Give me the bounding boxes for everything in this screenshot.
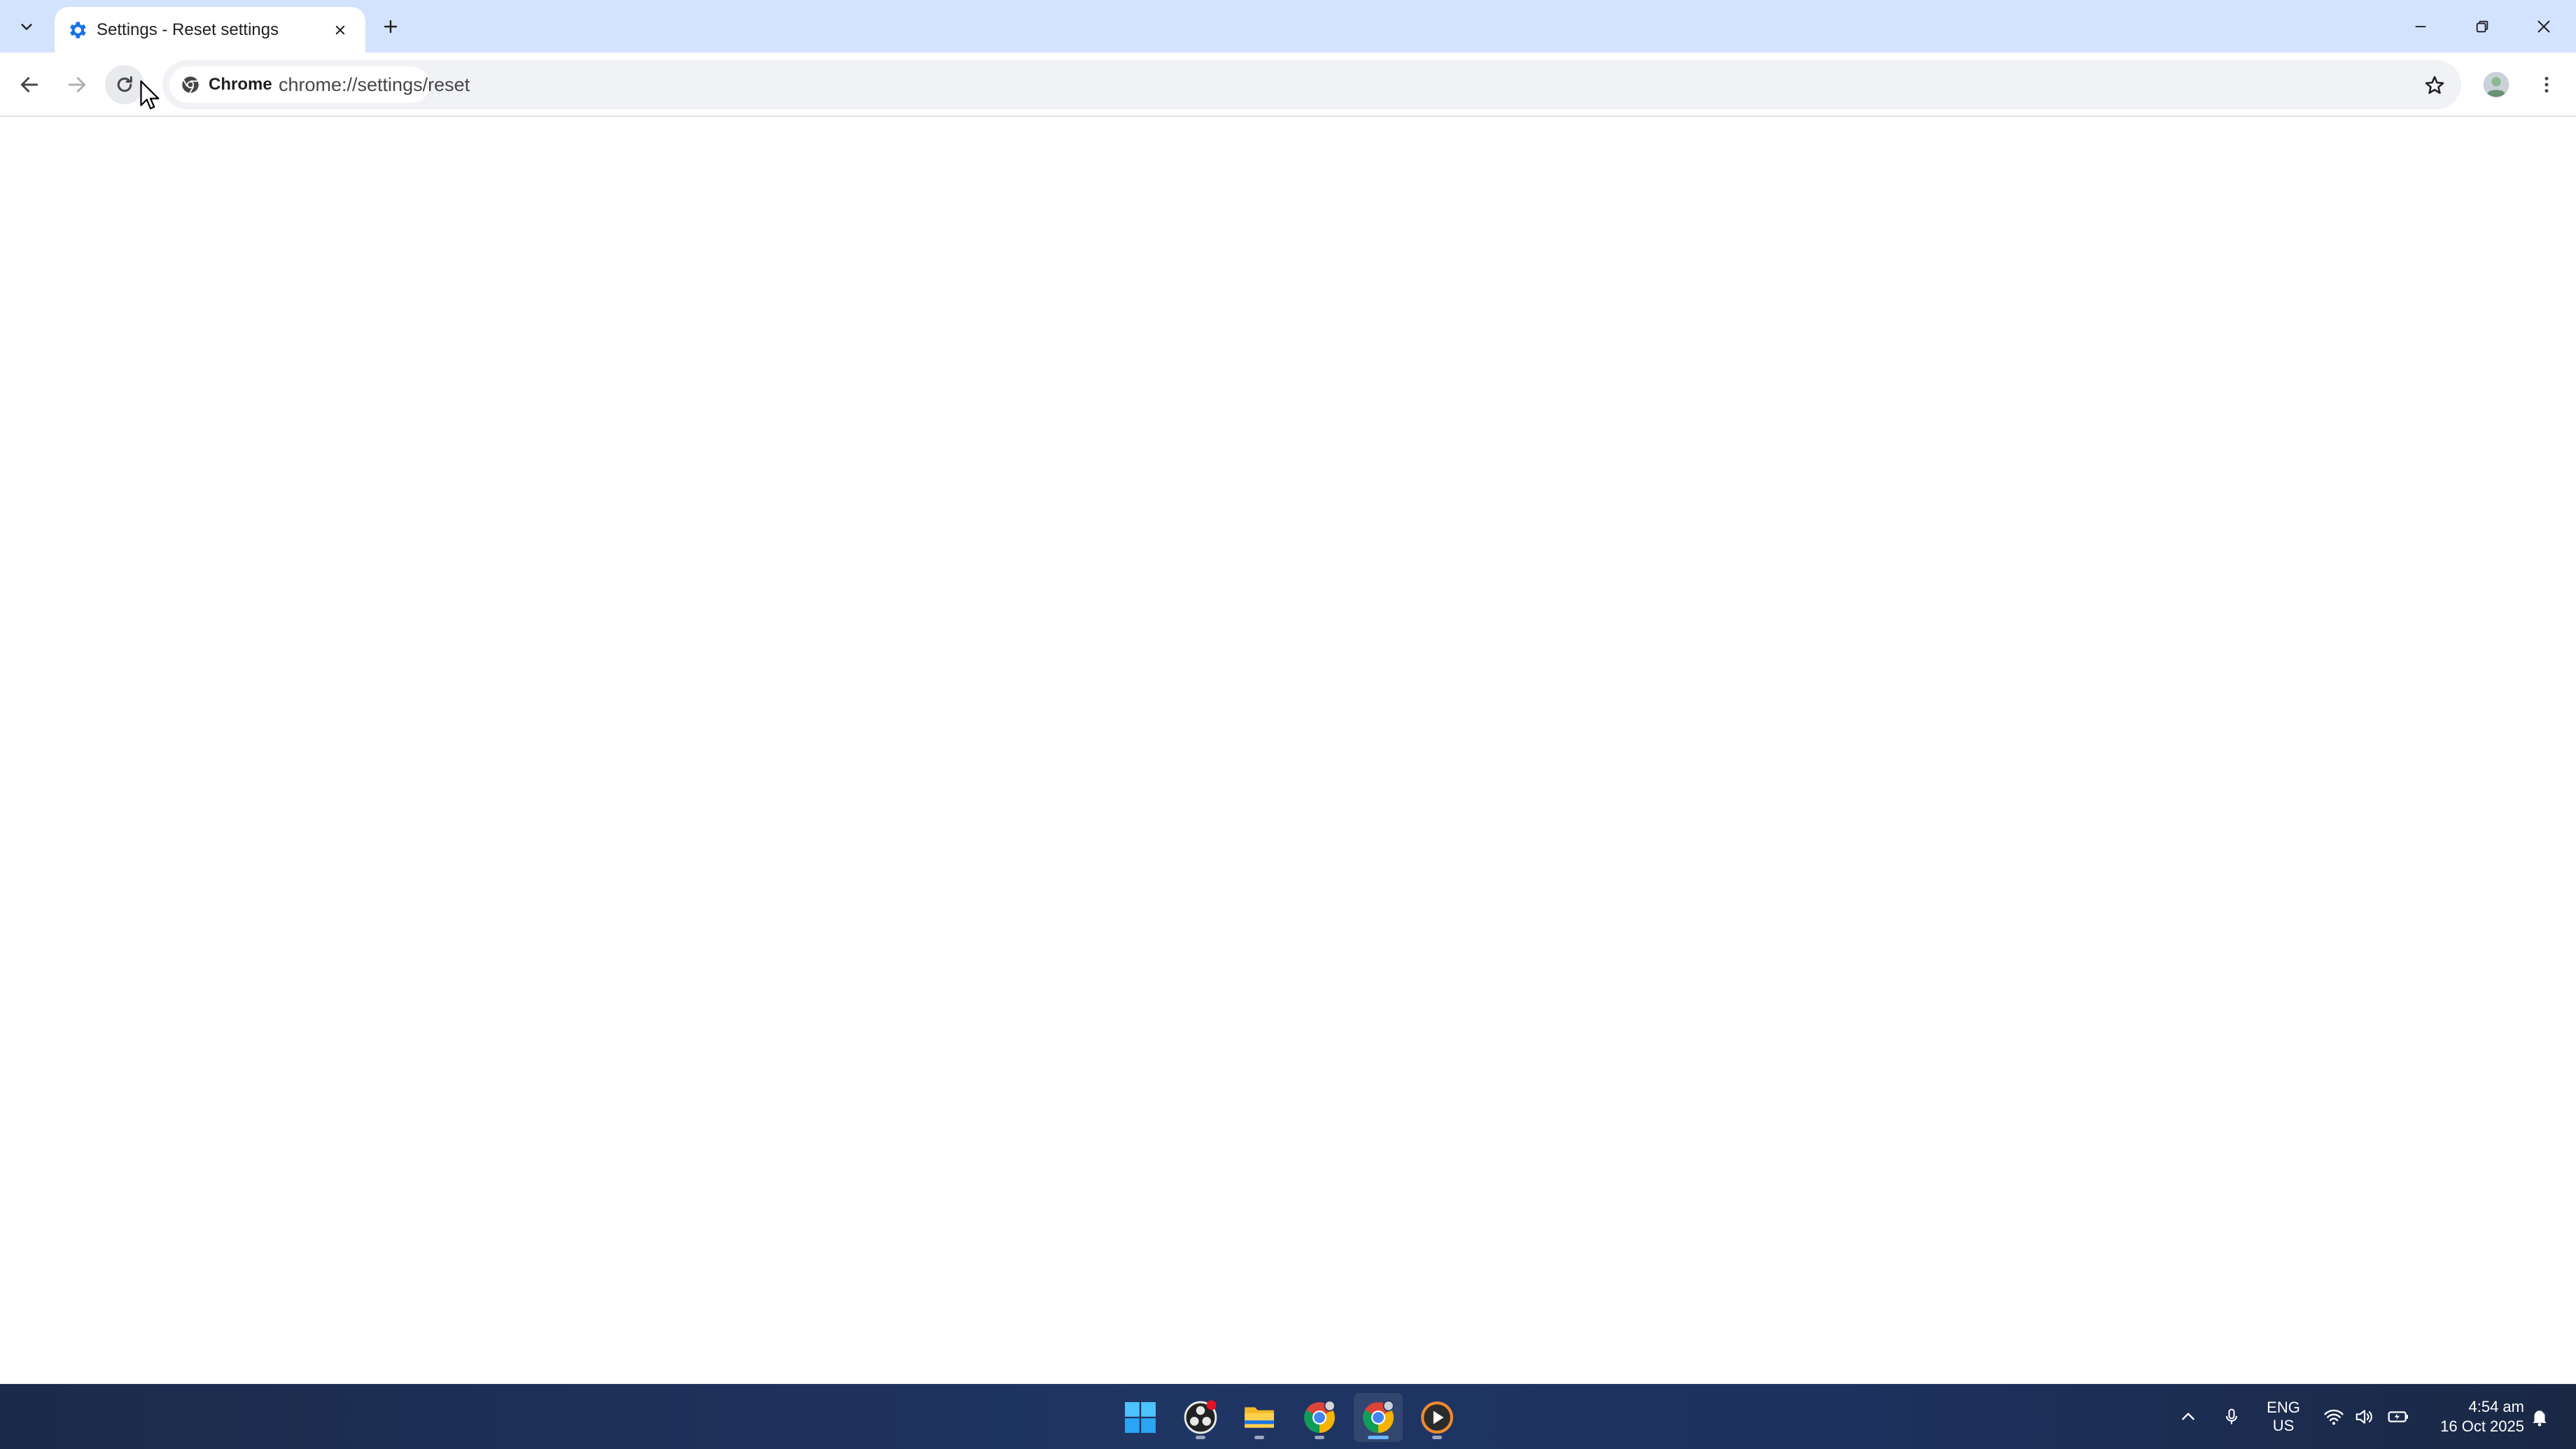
app-chrome-profile[interactable] [1354, 1393, 1403, 1442]
address-bar[interactable]: Chrome chrome://settings/reset [162, 60, 2461, 109]
app-media-player[interactable] [1413, 1393, 1462, 1442]
close-icon [2538, 20, 2550, 33]
browser-toolbar: Chrome chrome://settings/reset [0, 52, 2576, 117]
start-button[interactable] [1116, 1393, 1165, 1442]
clock[interactable]: 4:54 am 16 Oct 2025 [2419, 1397, 2524, 1436]
cursor-icon [140, 80, 160, 110]
app-chrome[interactable] [1295, 1393, 1344, 1442]
microphone-icon [2225, 1408, 2238, 1424]
url-text[interactable]: chrome://settings/reset [279, 73, 470, 97]
play-icon [1421, 1401, 1453, 1434]
folder-icon [1245, 1407, 1274, 1428]
language-code: ENG [2267, 1399, 2300, 1416]
arrow-left-icon [20, 77, 38, 92]
menu-button[interactable] [2527, 65, 2566, 104]
speaker-icon [2356, 1410, 2372, 1424]
new-tab-button[interactable] [375, 11, 406, 42]
windows-icon [1125, 1402, 1156, 1433]
battery-icon [2388, 1411, 2408, 1422]
running-indicator [1315, 1436, 1324, 1439]
chrome-icon [182, 76, 199, 94]
reload-icon [117, 76, 132, 92]
wifi-status[interactable] [2320, 1403, 2348, 1431]
minimize-button[interactable] [2390, 0, 2451, 52]
forward-button[interactable] [57, 65, 97, 104]
taskbar: ENG US 4:54 am 16 Oct 2025 [0, 1384, 2576, 1449]
microphone-button[interactable] [2218, 1403, 2246, 1431]
back-button[interactable] [10, 65, 49, 104]
obs-icon [1184, 1400, 1217, 1434]
close-icon [335, 25, 345, 35]
chrome-icon [1363, 1400, 1394, 1433]
arrow-right-icon [68, 77, 86, 92]
show-hidden-icons-button[interactable] [2174, 1403, 2202, 1431]
active-indicator [1368, 1436, 1389, 1439]
app-file-explorer[interactable] [1235, 1393, 1284, 1442]
close-window-button[interactable] [2513, 0, 2575, 52]
profile-button[interactable] [2477, 65, 2516, 104]
minimize-icon [2415, 25, 2426, 27]
running-indicator [1254, 1436, 1264, 1439]
bookmark-button[interactable] [2415, 66, 2454, 105]
tab-title: Settings - Reset settings [97, 20, 279, 39]
language-indicator[interactable]: ENG US [2264, 1399, 2303, 1435]
restore-button[interactable] [2451, 0, 2513, 52]
app-obs[interactable] [1176, 1393, 1225, 1442]
chevron-down-icon [21, 24, 32, 30]
chrome-icon [1304, 1400, 1336, 1433]
volume-status[interactable] [2351, 1403, 2379, 1431]
clock-date: 16 Oct 2025 [2440, 1418, 2524, 1435]
avatar-icon [2483, 71, 2510, 98]
tab-close-button[interactable] [328, 18, 353, 43]
notification-bell-icon [2533, 1410, 2549, 1427]
active-tab[interactable]: Settings - Reset settings [55, 7, 365, 52]
battery-status[interactable] [2384, 1403, 2412, 1431]
language-region: US [2272, 1417, 2295, 1434]
site-chip-label: Chrome [209, 75, 272, 94]
plus-icon [384, 20, 398, 34]
wifi-icon [2324, 1409, 2344, 1425]
kebab-menu-icon [2544, 76, 2549, 93]
restore-icon [2476, 20, 2488, 32]
chevron-up-icon [2182, 1412, 2194, 1420]
clock-time: 4:54 am [2468, 1398, 2525, 1415]
tab-strip: Settings - Reset settings [0, 0, 2576, 52]
tab-search-button[interactable] [10, 10, 43, 43]
running-indicator [1196, 1436, 1205, 1439]
notifications-button[interactable] [2526, 1403, 2554, 1431]
gear-icon [70, 22, 86, 38]
page-content [0, 117, 2576, 1384]
running-indicator [1432, 1436, 1442, 1439]
reload-button[interactable] [105, 65, 144, 104]
star-icon [2425, 76, 2444, 94]
